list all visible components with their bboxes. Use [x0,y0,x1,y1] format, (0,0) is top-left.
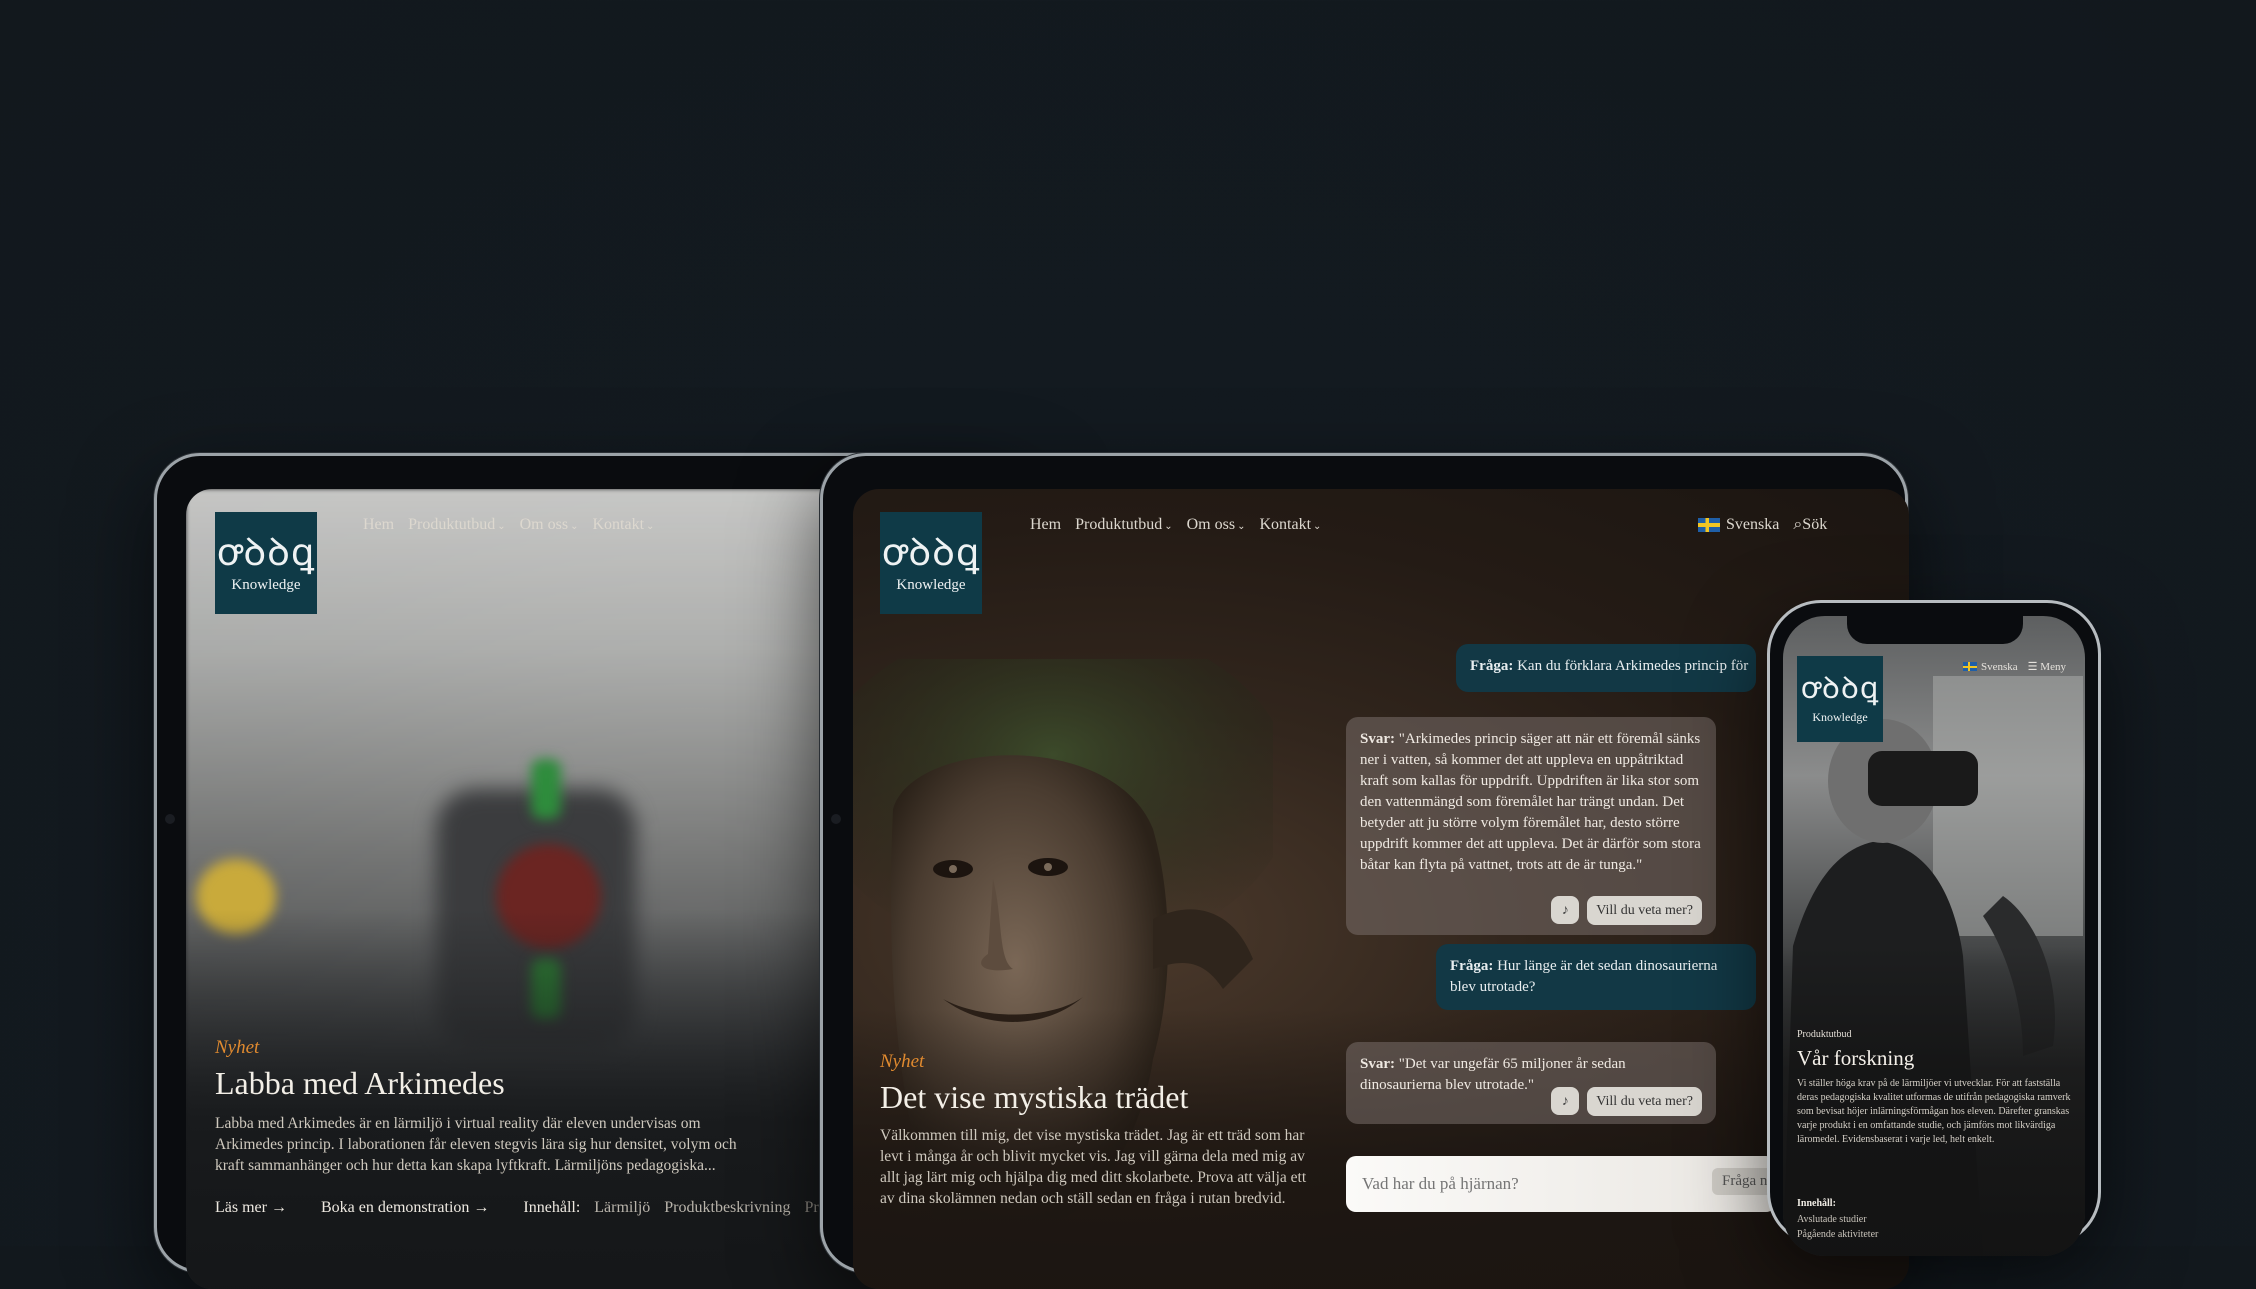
language-switch[interactable]: Svenska [1963,661,2018,673]
vr-headset [1868,751,1978,806]
utility-nav: Svenska ⌕Sök [1698,516,1827,534]
search-label: Sök [1802,516,1828,533]
nav-products-label: Produktutbud [408,516,496,533]
logo[interactable]: ꝍꝺꝺꝗ Knowledge [215,512,317,614]
chevron-down-icon: ⌄ [497,521,506,532]
menu-button[interactable]: ☰ Meny [2028,660,2066,673]
logo-wordmark: Knowledge [231,576,301,593]
tablet-camera [831,814,841,824]
chevron-down-icon: ⌄ [1237,521,1246,532]
menu-label: Meny [2040,661,2066,673]
article-excerpt: Labba med Arkimedes är en lärmiljö i vir… [215,1115,737,1174]
section-kicker: Produktutbud [1797,1029,1852,1040]
logo-glyph: ꝍꝺꝺꝗ [1800,670,1880,706]
contents-item[interactable]: Produktbeskrivning [664,1199,790,1217]
swedish-flag-icon [1963,662,1977,671]
logo[interactable]: ꝍꝺꝺꝗ Knowledge [880,512,982,614]
nav-home[interactable]: Hem [363,516,394,534]
article-title: Det vise mystiska trädet [880,1079,1189,1115]
learn-more-button[interactable]: Vill du veta mer? [1587,896,1702,925]
language-label: Svenska [1726,516,1780,533]
nav-about[interactable]: Om oss ⌄ [1187,516,1246,534]
logo-glyph: ꝍꝺꝺꝗ [216,529,316,574]
nav-products[interactable]: Produktutbud ⌄ [408,516,506,534]
chevron-down-icon: ⌄ [646,521,655,532]
chevron-down-icon: ⌄ [1313,521,1322,532]
phone-contents-label: Innehåll: [1797,1198,1836,1209]
answer-label: Svar: [1360,731,1395,747]
language-label: Svenska [1981,660,2018,673]
phone-contents-item[interactable]: Pågående aktiviteter [1797,1229,1878,1240]
nav-contact-label: Kontakt [1259,516,1312,533]
answer-text: "Arkimedes princip säger att när ett för… [1360,731,1701,873]
nav-about[interactable]: Om oss ⌄ [520,516,579,534]
swedish-flag-icon [1698,518,1720,532]
nav-products-label: Produktutbud [1075,516,1163,533]
nav-products[interactable]: Produktutbud ⌄ [1075,516,1173,534]
contents-item[interactable]: Pr [804,1199,818,1217]
read-more-link[interactable]: Läs mer → [215,1199,287,1217]
book-demo-link[interactable]: Boka en demonstration → [321,1199,489,1217]
nav-about-label: Om oss [1186,516,1236,533]
chat-question: Fråga: Kan du förklara Arkimedes princip… [1456,644,1756,692]
question-text: Kan du förklara Arkimedes princip för [1517,658,1749,674]
chevron-down-icon: ⌄ [1164,521,1173,532]
main-nav: Hem Produktutbud ⌄ Om oss ⌄ Kontakt ⌄ [363,516,654,534]
chevron-down-icon: ⌄ [570,521,579,532]
answer-label: Svar: [1360,1056,1395,1072]
tablet-camera [165,814,175,824]
section-title: Vår forskning [1797,1046,1915,1070]
contents-nav: Innehåll: Lärmiljö Produktbeskrivning Pr [523,1199,818,1217]
arrow-right-icon: → [473,1199,490,1216]
question-field[interactable] [1360,1168,1664,1200]
search-icon: ⌕ [1793,516,1803,533]
menu-icon: ☰ [2027,661,2038,673]
question-label: Fråga: [1470,658,1514,674]
article-title: Labba med Arkimedes [215,1065,505,1101]
search-link[interactable]: ⌕Sök [1793,516,1827,534]
book-demo-label: Boka en demonstration [320,1199,470,1216]
nav-contact[interactable]: Kontakt ⌄ [592,516,654,534]
logo-wordmark: Knowledge [1812,709,1868,724]
news-tag: Nyhet [880,1051,925,1072]
contents-item[interactable]: Lärmiljö [594,1199,650,1217]
article-links: Läs mer → Boka en demonstration → Innehå… [215,1199,819,1217]
chat-answer: Svar: "Det var ungefär 65 miljoner år se… [1346,1042,1716,1124]
phone: ꝍꝺꝺꝗ Knowledge Svenska ☰ Meny Produktutb… [1767,600,2101,1256]
nav-contact[interactable]: Kontakt ⌄ [1259,516,1321,534]
nav-contact-label: Kontakt [592,516,645,533]
arrow-right-icon: → [270,1199,287,1216]
tree-branch [1153,909,1253,989]
center-tablet-screen: ꝍꝺꝺꝗ Knowledge Hem Produktutbud ⌄ Om oss ⌄… [853,489,1909,1289]
language-switch[interactable]: Svenska [1698,516,1779,534]
phone-screen: ꝍꝺꝺꝗ Knowledge Svenska ☰ Meny Produktutb… [1783,616,2085,1256]
green-arrow-top [531,759,561,819]
read-more-label: Läs mer [215,1199,267,1216]
logo[interactable]: ꝍꝺꝺꝗ Knowledge [1797,656,1883,742]
chat-answer: Svar: "Arkimedes princip säger att när e… [1346,717,1716,935]
ear-icon[interactable]: ♪ [1551,1087,1580,1115]
phone-contents-item[interactable]: Avslutade studier [1797,1214,1867,1225]
logo-wordmark: Knowledge [896,576,966,593]
question-label: Fråga: [1450,958,1494,974]
logo-glyph: ꝍꝺꝺꝗ [881,529,981,574]
chat-question: Fråga: Hur länge är det sedan dinosaurie… [1436,944,1756,1010]
nav-home[interactable]: Hem [1030,516,1061,534]
article-excerpt: Välkommen till mig, det vise mystiska tr… [880,1127,1307,1207]
nav-about-label: Om oss [519,516,569,533]
learn-more-button[interactable]: Vill du veta mer? [1587,1087,1702,1116]
main-nav: Hem Produktutbud ⌄ Om oss ⌄ Kontakt ⌄ [1030,516,1321,534]
contents-label: Innehåll: [523,1199,581,1216]
section-body: Vi ställer höga krav på de lärmiljöer vi… [1797,1078,2071,1145]
news-tag: Nyhet [215,1037,260,1058]
question-input[interactable]: Fråga n [1346,1156,1778,1212]
ear-icon[interactable]: ♪ [1551,896,1580,924]
center-tablet: ꝍꝺꝺꝗ Knowledge Hem Produktutbud ⌄ Om oss ⌄… [820,453,1909,1289]
phone-utility-nav: Svenska ☰ Meny [1963,660,2066,673]
